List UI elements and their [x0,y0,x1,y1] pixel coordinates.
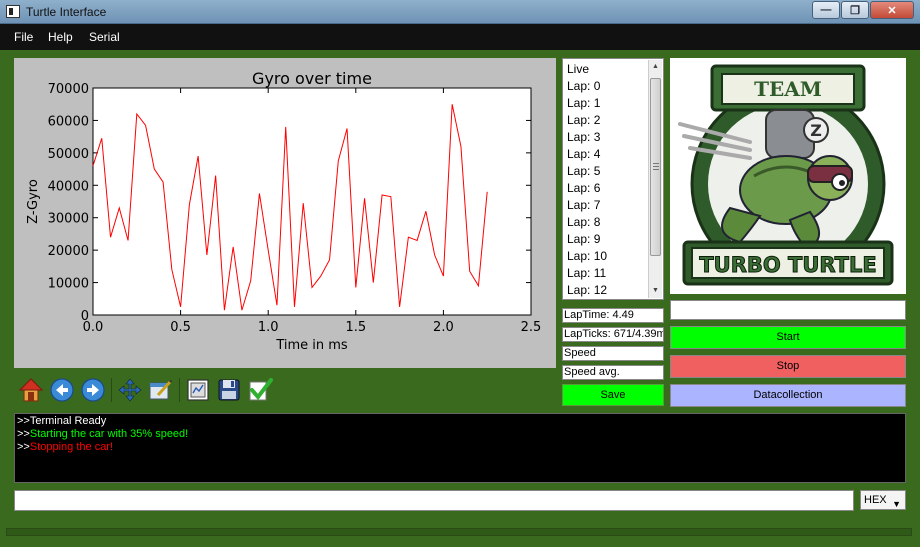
plot-axes-frame [92,87,532,316]
terminal-prompt: >> [17,441,30,453]
y-tick-label: 40000 [48,179,89,194]
menu-help[interactable]: Help [48,30,73,44]
app-icon [6,5,20,18]
checkmark-icon[interactable] [247,377,273,403]
terminal-prompt: >> [17,415,30,427]
chart-title: Gyro over time [252,69,372,88]
y-tick-label: 60000 [48,114,89,129]
y-tick-label: 50000 [48,147,89,162]
lap-list-item[interactable]: Lap: 6 [567,180,600,197]
chevron-down-icon: ▼ [892,499,901,509]
save-button[interactable]: Save [562,384,664,406]
lap-list-scrollbar[interactable]: ▲ ▼ [648,60,662,298]
terminal-output[interactable]: >>Terminal Ready >>Starting the car with … [14,413,906,483]
gyro-chart-svg[interactable]: Gyro over time01000020000300004000050000… [14,58,556,368]
arrow-left-icon[interactable] [49,377,75,403]
subplots-icon[interactable] [185,377,211,403]
terminal-message: Starting the car with 35% speed! [29,428,189,440]
lap-list-item[interactable]: Lap: 8 [567,214,600,231]
y-axis-label: Z-Gyro [26,179,41,224]
command-input[interactable] [14,490,854,511]
lap-list-item[interactable]: Lap: 7 [567,197,600,214]
turtle-interface-window: Turtle Interface — ❐ ✕ File Help Serial … [0,0,920,547]
speed-label: Speed [562,346,664,361]
window-controls: — ❐ ✕ [811,1,914,19]
menu-bar: File Help Serial [0,24,920,50]
terminal-message: Stopping the car! [29,441,114,453]
lap-list-item[interactable]: Lap: 9 [567,231,600,248]
menu-file[interactable]: File [14,30,33,44]
terminal-prompt: >> [17,428,30,440]
maximize-button[interactable]: ❐ [841,1,869,19]
stop-button[interactable]: Stop [670,355,906,378]
x-tick-label: 2.0 [433,320,454,335]
close-button[interactable]: ✕ [870,1,914,19]
lap-list-item[interactable]: Lap: 1 [567,95,600,112]
turtle-logo-icon: TEAM Z TURBO TURTLE [670,58,906,294]
x-tick-label: 1.0 [258,320,279,335]
format-select[interactable]: HEX ▼ [860,490,906,510]
terminal-message: Terminal Ready [29,415,107,427]
lap-list-item[interactable]: Lap: 10 [567,248,607,265]
gyro-plot[interactable]: Gyro over time 0 10000 20000 30000 40000 50000… [14,58,556,368]
lap-list-item[interactable]: Lap: 11 [567,265,606,282]
x-axis-label: Time in ms [275,338,348,353]
lap-list-item[interactable]: Lap: 5 [567,163,600,180]
status-bar [0,518,920,547]
x-tick-label: 2.5 [521,320,542,335]
toolbar-separator [179,378,180,402]
save-icon[interactable] [216,377,242,403]
y-tick-label: 10000 [48,277,89,292]
scroll-grip-icon [653,163,659,170]
lap-list-item[interactable]: Lap: 0 [567,78,600,95]
start-button[interactable]: Start [670,326,906,349]
terminal-line: >>Starting the car with 35% speed! [17,428,903,441]
plot-toolbar [14,372,556,408]
lap-list-item[interactable]: Lap: 2 [567,112,600,129]
logo-name-text: TURBO TURTLE [699,253,876,277]
y-tick-label: 20000 [48,244,89,259]
terminal-line: >>Terminal Ready [17,415,903,428]
title-bar: Turtle Interface — ❐ ✕ [0,0,920,24]
lap-list-item[interactable]: Live [567,61,589,78]
zoom-icon[interactable] [148,377,174,403]
x-tick-label: 0.5 [170,320,191,335]
y-tick-label: 30000 [48,212,89,227]
lap-time-label: LapTime: 4.49 [562,308,664,323]
toolbar-separator [111,378,112,402]
lap-list-item[interactable]: Lap: 4 [567,146,600,163]
window-title: Turtle Interface [26,5,107,19]
menu-serial[interactable]: Serial [89,30,120,44]
scroll-up-icon[interactable]: ▲ [649,60,662,74]
scroll-thumb[interactable] [650,78,661,256]
home-icon[interactable] [18,377,44,403]
format-select-value: HEX [864,494,887,506]
scroll-down-icon[interactable]: ▼ [649,284,662,298]
minimize-button[interactable]: — [812,1,840,19]
turbo-turtle-logo: TEAM Z TURBO TURTLE [670,58,906,294]
lap-list-item[interactable]: Lap: 3 [567,129,600,146]
logo-badge-text: Z [810,121,822,140]
lap-entry-field[interactable] [670,300,906,320]
logo-team-text: TEAM [754,77,822,101]
speed-avg-label: Speed avg. [562,365,664,380]
arrow-right-icon[interactable] [80,377,106,403]
status-bar-grip [6,528,912,536]
y-tick-label: 70000 [48,82,89,97]
terminal-line: >>Stopping the car! [17,441,903,454]
lap-list-item[interactable]: Lap: 12 [567,282,607,299]
lap-ticks-label: LapTicks: 671/4.39m [562,327,664,342]
datacollection-button[interactable]: Datacollection [670,384,906,407]
x-tick-label: 0.0 [83,320,104,335]
pan-icon[interactable] [117,377,143,403]
x-tick-label: 1.5 [345,320,366,335]
lap-list[interactable]: Live Lap: 0 Lap: 1 Lap: 2 Lap: 3 Lap: 4 Lap: 5… [562,58,664,300]
